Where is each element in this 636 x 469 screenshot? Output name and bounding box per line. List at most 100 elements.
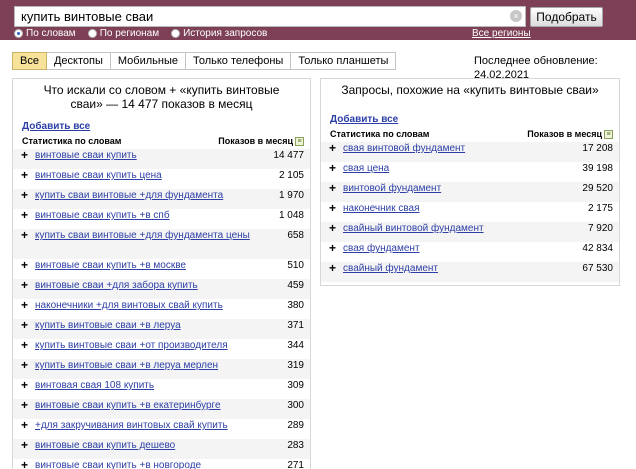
table-row: + винтовые сваи +для забора купить 459 bbox=[13, 279, 310, 299]
shows-count: 380 bbox=[287, 300, 304, 311]
add-phrase-icon[interactable]: + bbox=[329, 242, 343, 255]
tab-mobile[interactable]: Мобильные bbox=[110, 52, 186, 70]
shows-count: 17 208 bbox=[582, 143, 613, 154]
mode-history[interactable]: История запросов bbox=[171, 27, 267, 40]
table-row: + купить винтовые сваи +в леруа мерлен 319 bbox=[13, 359, 310, 379]
add-phrase-icon[interactable]: + bbox=[21, 279, 35, 292]
tab-tablets-only[interactable]: Только планшеты bbox=[291, 52, 397, 70]
radio-icon[interactable] bbox=[171, 29, 181, 38]
phrase-link[interactable]: винтовые сваи купить bbox=[35, 149, 254, 162]
panel-title-line: Что искали со словом + «купить винтовые bbox=[43, 83, 280, 97]
add-phrase-icon[interactable]: + bbox=[21, 299, 35, 312]
phrase-link[interactable]: купить сваи винтовые +для фундамента цен… bbox=[35, 229, 254, 242]
mode-label: История запросов bbox=[183, 28, 268, 39]
add-phrase-icon[interactable]: + bbox=[21, 439, 35, 452]
table-row: + винтовые сваи купить +в екатеринбурге 30… bbox=[13, 399, 310, 419]
table-row: + винтовые сваи купить +в спб 1 048 bbox=[13, 209, 310, 229]
phrase-link[interactable]: винтовой фундамент bbox=[343, 182, 563, 195]
tab-phones-only[interactable]: Только телефоны bbox=[185, 52, 292, 70]
panel-title: Запросы, похожие на «купить винтовые сва… bbox=[341, 83, 599, 97]
add-phrase-icon[interactable]: + bbox=[21, 359, 35, 372]
add-all-link[interactable]: Добавить все bbox=[13, 121, 310, 132]
mode-label: По регионам bbox=[99, 28, 160, 39]
add-phrase-icon[interactable]: + bbox=[21, 459, 35, 469]
tab-all[interactable]: Все bbox=[12, 52, 47, 70]
add-phrase-icon[interactable]: + bbox=[329, 202, 343, 215]
phrase-link[interactable]: +для закручивания винтовых свай купить bbox=[35, 419, 254, 432]
phrase-link[interactable]: винтовые сваи купить цена bbox=[35, 169, 254, 182]
shows-count: 309 bbox=[287, 380, 304, 391]
add-phrase-icon[interactable]: + bbox=[21, 209, 35, 222]
phrase-link[interactable]: свайный винтовой фундамент bbox=[343, 222, 563, 235]
phrase-link[interactable]: купить винтовые сваи +в леруа мерлен bbox=[35, 359, 254, 372]
shows-count: 283 bbox=[287, 440, 304, 451]
shows-count: 459 bbox=[287, 280, 304, 291]
add-phrase-icon[interactable]: + bbox=[21, 399, 35, 412]
table-row: + купить сваи винтовые +для фундамента 1 9… bbox=[13, 189, 310, 209]
phrase-link[interactable]: наконечник свая bbox=[343, 202, 563, 215]
phrase-link[interactable]: купить винтовые сваи +в леруа bbox=[35, 319, 254, 332]
phrase-link[interactable]: винтовые сваи купить +в новгороде bbox=[35, 459, 254, 469]
phrase-link[interactable]: наконечники +для винтовых свай купить bbox=[35, 299, 254, 312]
table-row: + винтовой фундамент 29 520 bbox=[321, 182, 619, 202]
words-panel: Что искали со словом + «купить винтовые … bbox=[12, 78, 311, 469]
mode-by-regions[interactable]: По регионам bbox=[87, 27, 160, 40]
column-headers: Статистика по словам Показов в месяц ≡ bbox=[321, 128, 619, 140]
phrase-link[interactable]: винтовые сваи купить +в москве bbox=[35, 259, 254, 272]
add-phrase-icon[interactable]: + bbox=[329, 142, 343, 155]
add-phrase-icon[interactable]: + bbox=[21, 259, 35, 272]
add-phrase-icon[interactable]: + bbox=[21, 419, 35, 432]
phrase-link[interactable]: винтовые сваи +для забора купить bbox=[35, 279, 254, 292]
phrase-link[interactable]: винтовые сваи купить дешево bbox=[35, 439, 254, 452]
shows-count: 271 bbox=[287, 460, 304, 469]
sort-icon[interactable]: ≡ bbox=[604, 129, 613, 139]
col-phrase: Статистика по словам bbox=[22, 136, 122, 146]
phrase-link[interactable]: купить сваи винтовые +для фундамента bbox=[35, 189, 254, 202]
shows-count: 39 198 bbox=[582, 163, 613, 174]
col-shows[interactable]: Показов в месяц ≡ bbox=[527, 128, 613, 140]
phrase-link[interactable]: свая цена bbox=[343, 162, 563, 175]
tab-desktops[interactable]: Десктопы bbox=[46, 52, 111, 70]
mode-by-words[interactable]: По словам bbox=[14, 27, 76, 40]
all-regions-link[interactable]: Все регионы bbox=[472, 27, 531, 40]
radio-icon[interactable] bbox=[14, 29, 23, 38]
sort-icon[interactable]: ≡ bbox=[295, 136, 304, 146]
table-row: + купить сваи винтовые +для фундамента це… bbox=[13, 229, 310, 259]
col-shows[interactable]: Показов в месяц ≡ bbox=[218, 135, 304, 147]
phrase-link[interactable]: свая фундамент bbox=[343, 242, 563, 255]
add-phrase-icon[interactable]: + bbox=[329, 262, 343, 275]
add-phrase-icon[interactable]: + bbox=[21, 379, 35, 392]
phrase-link[interactable]: винтовые сваи купить +в екатеринбурге bbox=[35, 399, 254, 412]
phrase-link[interactable]: свая винтовой фундамент bbox=[343, 142, 563, 155]
panel-title: Что искали со словом + «купить винтовые … bbox=[13, 79, 310, 111]
add-phrase-icon[interactable]: + bbox=[21, 149, 35, 162]
add-phrase-icon[interactable]: + bbox=[21, 169, 35, 182]
radio-icon[interactable] bbox=[87, 29, 97, 38]
phrase-link[interactable]: свайный фундамент bbox=[343, 262, 563, 275]
table-row: + свая винтовой фундамент 17 208 bbox=[321, 142, 619, 162]
shows-count: 14 477 bbox=[273, 150, 304, 161]
phrase-link[interactable]: винтовая свая 108 купить bbox=[35, 379, 254, 392]
shows-count: 1 048 bbox=[278, 210, 304, 221]
table-row: + свая цена 39 198 bbox=[321, 162, 619, 182]
shows-count: 42 834 bbox=[582, 243, 613, 254]
search-mode-group: По словам По регионам История запросов bbox=[14, 27, 267, 40]
add-phrase-icon[interactable]: + bbox=[329, 222, 343, 235]
shows-count: 344 bbox=[287, 340, 304, 351]
table-row: + свайный винтовой фундамент 7 920 bbox=[321, 222, 619, 242]
add-all-link[interactable]: Добавить все bbox=[321, 114, 619, 125]
search-input[interactable]: купить винтовые сваи bbox=[14, 6, 526, 27]
column-headers: Статистика по словам Показов в месяц ≡ bbox=[13, 135, 310, 147]
add-phrase-icon[interactable]: + bbox=[21, 319, 35, 332]
phrase-link[interactable]: купить винтовые сваи +от производителя bbox=[35, 339, 254, 352]
table-row: + винтовая свая 108 купить 309 bbox=[13, 379, 310, 399]
submit-button[interactable]: Подобрать bbox=[530, 7, 603, 27]
add-phrase-icon[interactable]: + bbox=[21, 229, 35, 242]
clear-icon[interactable]: × bbox=[510, 10, 522, 22]
add-phrase-icon[interactable]: + bbox=[21, 189, 35, 202]
add-phrase-icon[interactable]: + bbox=[329, 182, 343, 195]
add-phrase-icon[interactable]: + bbox=[329, 162, 343, 175]
add-phrase-icon[interactable]: + bbox=[21, 339, 35, 352]
shows-count: 319 bbox=[287, 360, 304, 371]
phrase-link[interactable]: винтовые сваи купить +в спб bbox=[35, 209, 254, 222]
